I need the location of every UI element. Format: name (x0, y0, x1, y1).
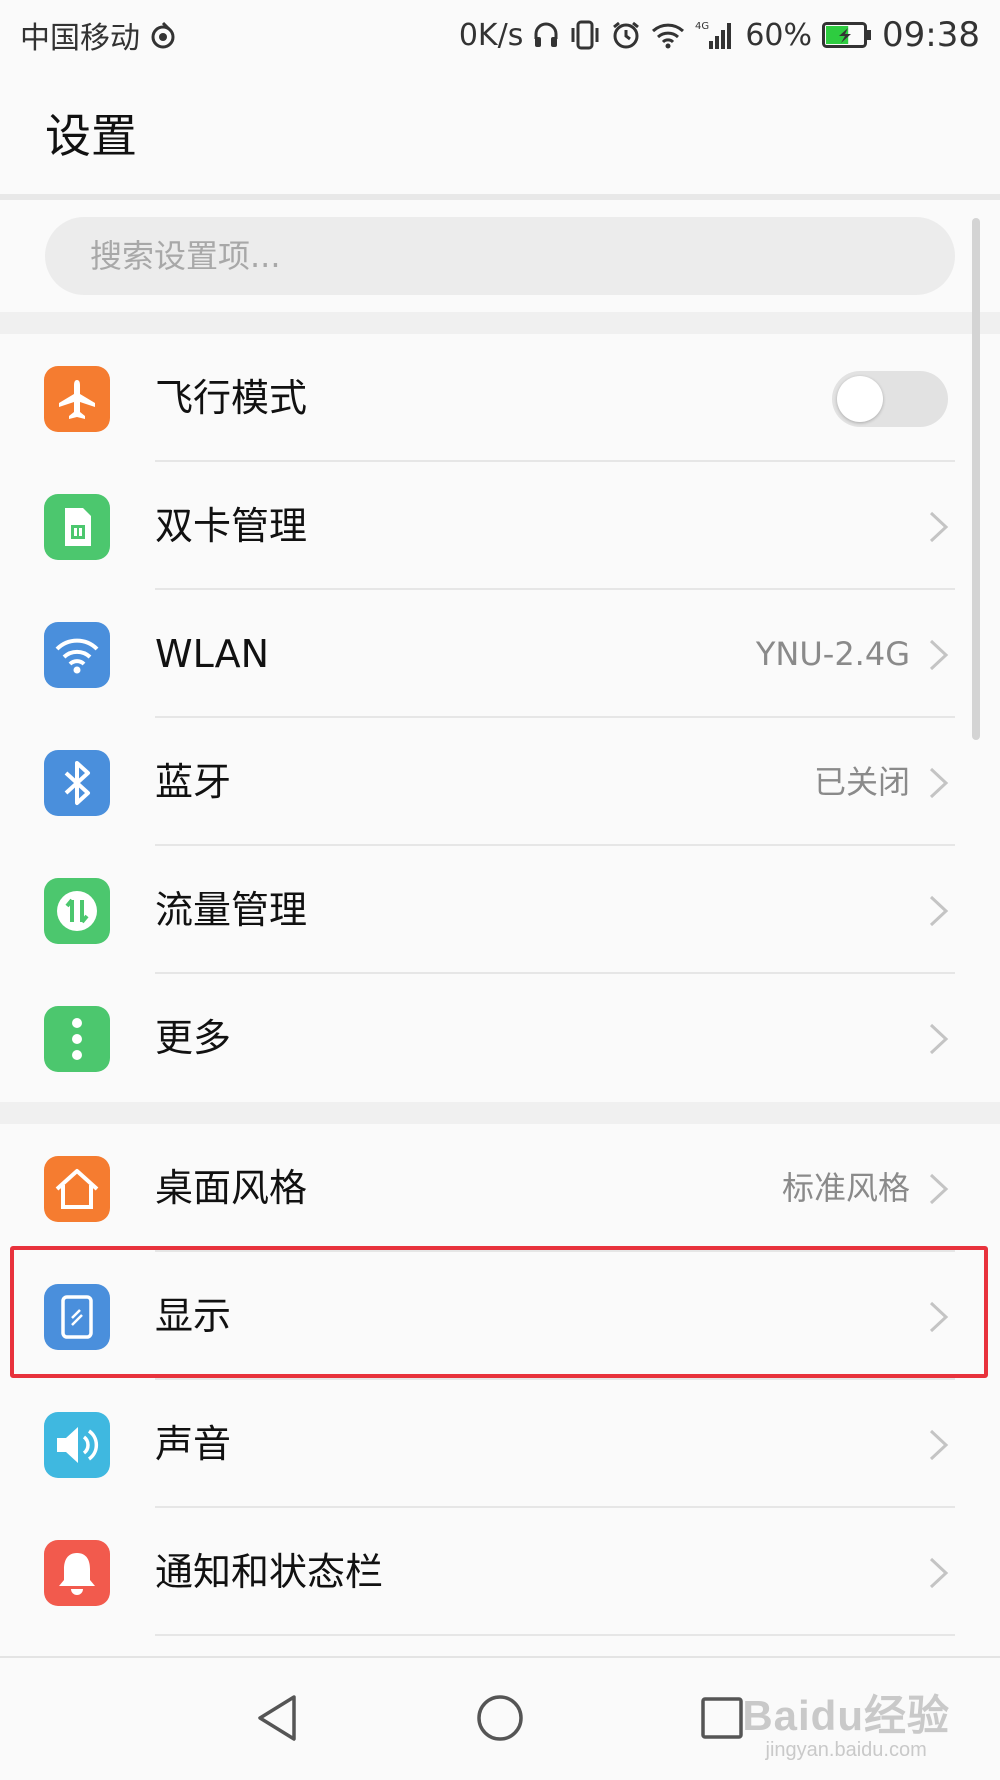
setting-label: 双卡管理 (155, 504, 308, 548)
setting-label: 更多 (155, 1016, 232, 1060)
setting-label: 通知和状态栏 (155, 1550, 384, 1594)
back-icon[interactable] (247, 1688, 307, 1748)
clock-time: 09:38 (882, 15, 980, 55)
headset-icon (533, 21, 559, 49)
page-title: 设置 (45, 108, 137, 163)
speaker-icon (44, 1412, 110, 1478)
setting-label: WLAN (155, 632, 270, 676)
chevron-right-icon (929, 767, 949, 799)
baidu-watermark: Baidu经验 jingyan.baidu.com (742, 1682, 950, 1762)
data-usage-icon (44, 878, 110, 944)
network-speed: 0K/s (458, 17, 524, 53)
scrollbar[interactable] (972, 218, 980, 740)
bluetooth-icon (44, 750, 110, 816)
setting-bluetooth[interactable]: 蓝牙 已关闭 (0, 718, 1000, 846)
setting-airplane-mode[interactable]: 飞行模式 (0, 334, 1000, 462)
chevron-right-icon (929, 1173, 949, 1205)
setting-data-usage[interactable]: 流量管理 (0, 846, 1000, 974)
setting-value: YNU-2.4G (755, 635, 910, 673)
setting-label: 蓝牙 (155, 760, 232, 804)
setting-home-screen-style[interactable]: 桌面风格 标准风格 (0, 1124, 1000, 1252)
setting-label: 飞行模式 (155, 376, 308, 420)
chevron-right-icon (929, 895, 949, 927)
settings-group-device: 桌面风格 标准风格 显示 声音 通知和状态栏 (0, 1124, 1000, 1636)
header: 设置 (0, 70, 1000, 195)
watermark-url: jingyan.baidu.com (765, 1739, 927, 1761)
watermark-logo: Baidu经验 (742, 1692, 950, 1739)
network-type: 4G (695, 21, 709, 32)
airplane-mode-toggle[interactable] (832, 371, 948, 427)
sim-card-icon (44, 494, 110, 560)
setting-label: 流量管理 (155, 888, 308, 932)
setting-value: 标准风格 (781, 1169, 910, 1207)
setting-more[interactable]: 更多 (0, 974, 1000, 1102)
chevron-right-icon (929, 1301, 949, 1333)
setting-notifications[interactable]: 通知和状态栏 (0, 1508, 1000, 1636)
carrier-name: 中国移动 (20, 21, 140, 56)
display-icon (44, 1284, 110, 1350)
setting-value: 已关闭 (813, 763, 910, 801)
status-bar-right: 0K/s 4G 60% 09:38 (459, 15, 980, 55)
status-bar-left: 中国移动 (20, 13, 176, 57)
setting-wlan[interactable]: WLAN YNU-2.4G (0, 590, 1000, 718)
wifi-status-icon (651, 21, 685, 49)
setting-label: 桌面风格 (155, 1166, 308, 1210)
search-bar (0, 200, 1000, 312)
battery-icon (822, 21, 872, 49)
status-bar: 中国移动 0K/s 4G 60% 09:38 (0, 0, 1000, 70)
airplane-icon (44, 366, 110, 432)
alarm-icon (611, 20, 641, 50)
toggle-knob (837, 376, 883, 422)
chevron-right-icon (929, 1557, 949, 1589)
wifi-icon (44, 622, 110, 688)
home-icon (44, 1156, 110, 1222)
chevron-right-icon (929, 511, 949, 543)
settings-group-network: 飞行模式 双卡管理 WLAN YNU-2.4G 蓝牙 已关闭 流量管理 更多 (0, 334, 1000, 1102)
chevron-right-icon (929, 1429, 949, 1461)
signal-icon: 4G (695, 19, 735, 51)
setting-display[interactable]: 显示 (0, 1252, 1000, 1380)
chevron-right-icon (929, 1023, 949, 1055)
home-circle-icon[interactable] (470, 1688, 530, 1748)
setting-dual-sim[interactable]: 双卡管理 (0, 462, 1000, 590)
vibrate-icon (569, 20, 601, 50)
search-input[interactable] (45, 217, 955, 295)
row-divider (155, 1634, 955, 1636)
more-dots-icon (44, 1006, 110, 1072)
setting-label: 显示 (155, 1294, 232, 1338)
setting-sound[interactable]: 声音 (0, 1380, 1000, 1508)
chevron-right-icon (929, 639, 949, 671)
setting-label: 声音 (155, 1422, 232, 1466)
group-separator (0, 1102, 1000, 1124)
battery-percent: 60% (745, 17, 813, 53)
bell-icon (44, 1540, 110, 1606)
group-separator (0, 312, 1000, 334)
hd-call-icon (150, 20, 176, 50)
navigation-bar: Baidu经验 jingyan.baidu.com (0, 1656, 1000, 1780)
